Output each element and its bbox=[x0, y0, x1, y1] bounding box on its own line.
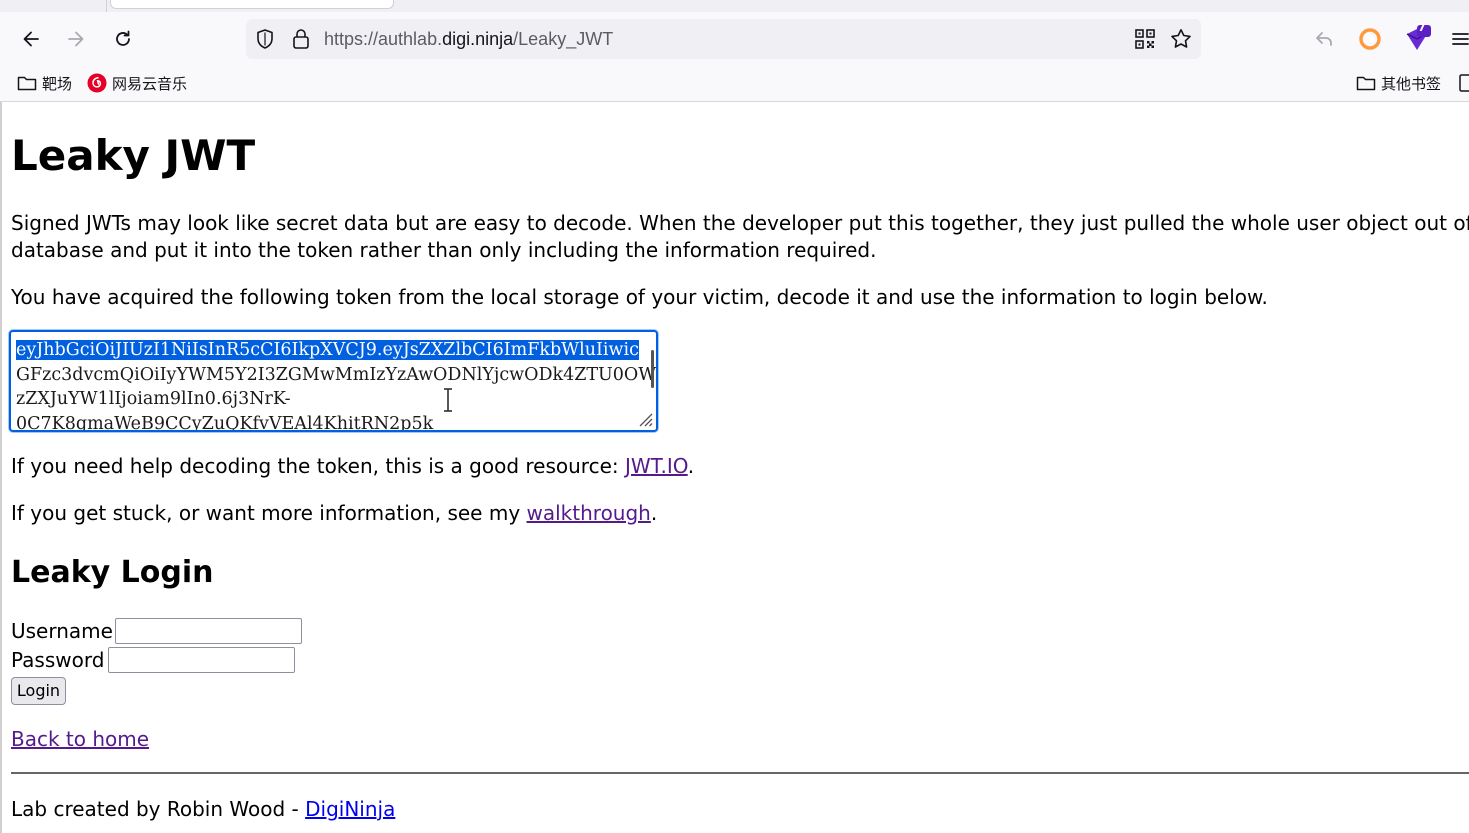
extension-badge: 7 bbox=[1418, 21, 1426, 34]
token-textarea[interactable]: eyJhbGciOiJIUzI1NiIsInR5cCI6IkpXVCJ9.eyJ… bbox=[9, 330, 658, 432]
forward-button[interactable] bbox=[59, 22, 93, 56]
account-button[interactable] bbox=[1353, 22, 1387, 56]
token-line-selected: eyJhbGciOiJIUzI1NiIsInR5cCI6IkpXVCJ9.eyJ… bbox=[16, 340, 639, 360]
window-edge bbox=[0, 102, 2, 833]
back-button[interactable] bbox=[14, 22, 48, 56]
intro-paragraph: Signed JWTs may look like secret data bu… bbox=[11, 210, 1469, 264]
active-tab[interactable] bbox=[110, 0, 394, 9]
intro-line-1: Signed JWTs may look like secret data bu… bbox=[11, 211, 1469, 235]
extension-icon bbox=[1406, 25, 1431, 50]
username-input[interactable] bbox=[115, 618, 302, 644]
walkthrough-link[interactable]: walkthrough bbox=[527, 501, 651, 525]
lock-icon[interactable] bbox=[290, 27, 312, 51]
reload-button[interactable] bbox=[106, 22, 140, 56]
extension-button[interactable]: 7 bbox=[1400, 21, 1434, 56]
undo-closed-tab-button[interactable] bbox=[1307, 22, 1341, 56]
resize-grip-icon[interactable] bbox=[637, 411, 653, 427]
help-paragraph: If you need help decoding the token, thi… bbox=[11, 453, 694, 480]
token-line: GFzc3dvcmQiOiIyYWM5Y2I3ZGMwMmIzYzAwODNlY… bbox=[16, 364, 658, 385]
back-paragraph: Back to home bbox=[11, 726, 149, 753]
other-bookmarks-label: 其他书签 bbox=[1381, 74, 1442, 93]
qr-code-icon[interactable] bbox=[1134, 28, 1156, 50]
tracking-shield-icon[interactable] bbox=[254, 28, 276, 50]
help-text: If you need help decoding the token, thi… bbox=[11, 454, 625, 478]
bookmark-folder-target[interactable]: 靶场 bbox=[17, 71, 72, 95]
footer-text: Lab created by Robin Wood - DigiNinja bbox=[11, 796, 395, 823]
url-text[interactable]: https://authlab.digi.ninja/Leaky_JWT bbox=[324, 19, 613, 59]
menu-button[interactable] bbox=[1443, 22, 1469, 56]
help-suffix: . bbox=[687, 454, 695, 478]
stuck-paragraph: If you get stuck, or want more informati… bbox=[11, 500, 657, 527]
page-title: Leaky JWT bbox=[11, 131, 256, 180]
token-line: zZXJuYW1lIjoiam9lIn0.6j3NrK- bbox=[16, 389, 291, 409]
login-heading: Leaky Login bbox=[11, 555, 214, 590]
bookmark-label: 靶场 bbox=[42, 74, 73, 93]
bookmark-netease-music[interactable]: 网易云音乐 bbox=[87, 71, 187, 95]
password-input[interactable] bbox=[108, 647, 295, 673]
reload-icon bbox=[116, 30, 130, 46]
other-bookmarks[interactable]: 其他书签 bbox=[1356, 71, 1441, 95]
token-text[interactable]: eyJhbGciOiJIUzI1NiIsInR5cCI6IkpXVCJ9.eyJ… bbox=[16, 338, 656, 432]
jwt-io-link[interactable]: JWT.IO bbox=[625, 454, 688, 478]
stuck-text: If you get stuck, or want more informati… bbox=[11, 501, 527, 525]
url-path: /Leaky_JWT bbox=[513, 29, 614, 49]
folder-icon bbox=[17, 76, 37, 91]
textarea-scrollbar[interactable] bbox=[651, 350, 654, 388]
footer-divider bbox=[11, 772, 1469, 774]
acquired-text: You have acquired the following token fr… bbox=[11, 285, 1268, 309]
stuck-suffix: . bbox=[650, 501, 658, 525]
bookmark-label: 网易云音乐 bbox=[112, 74, 188, 93]
url-host: digi.ninja bbox=[442, 29, 514, 49]
tab-separator bbox=[106, 0, 107, 12]
intro-line-2: database and put it into the token rathe… bbox=[11, 238, 877, 262]
password-label: Password bbox=[11, 648, 105, 672]
diginija-link[interactable]: DigiNinja bbox=[305, 797, 395, 821]
url-bar[interactable]: https://authlab.digi.ninja/Leaky_JWT bbox=[246, 19, 1201, 59]
url-prefix: https://authlab. bbox=[324, 29, 443, 49]
footer-credit: Lab created by Robin Wood - bbox=[11, 797, 306, 821]
account-circle-icon bbox=[1359, 28, 1381, 50]
username-label: Username bbox=[11, 619, 113, 643]
text-cursor-icon bbox=[444, 388, 452, 412]
mobile-bookmarks[interactable] bbox=[1458, 71, 1469, 95]
back-to-home-link[interactable]: Back to home bbox=[11, 727, 149, 751]
device-icon bbox=[1459, 74, 1469, 92]
netease-music-icon bbox=[87, 73, 107, 93]
login-button[interactable]: Login bbox=[11, 677, 66, 705]
undo-arrow-icon bbox=[1316, 32, 1332, 46]
hamburger-menu-icon bbox=[1452, 33, 1469, 45]
folder-icon bbox=[1356, 76, 1376, 91]
arrow-right-icon bbox=[68, 31, 84, 47]
bookmark-star-icon[interactable] bbox=[1169, 27, 1193, 51]
token-line: 0C7K8gmaWeB9CCyZuQKfvVEAl4KhitRN2p5k bbox=[16, 413, 434, 432]
arrow-left-icon bbox=[23, 31, 39, 47]
bookmarks-toolbar: 靶场 网易云音乐 其他书签 bbox=[0, 66, 1469, 100]
browser-chrome: https://authlab.digi.ninja/Leaky_JWT 7 靶… bbox=[0, 0, 1469, 102]
